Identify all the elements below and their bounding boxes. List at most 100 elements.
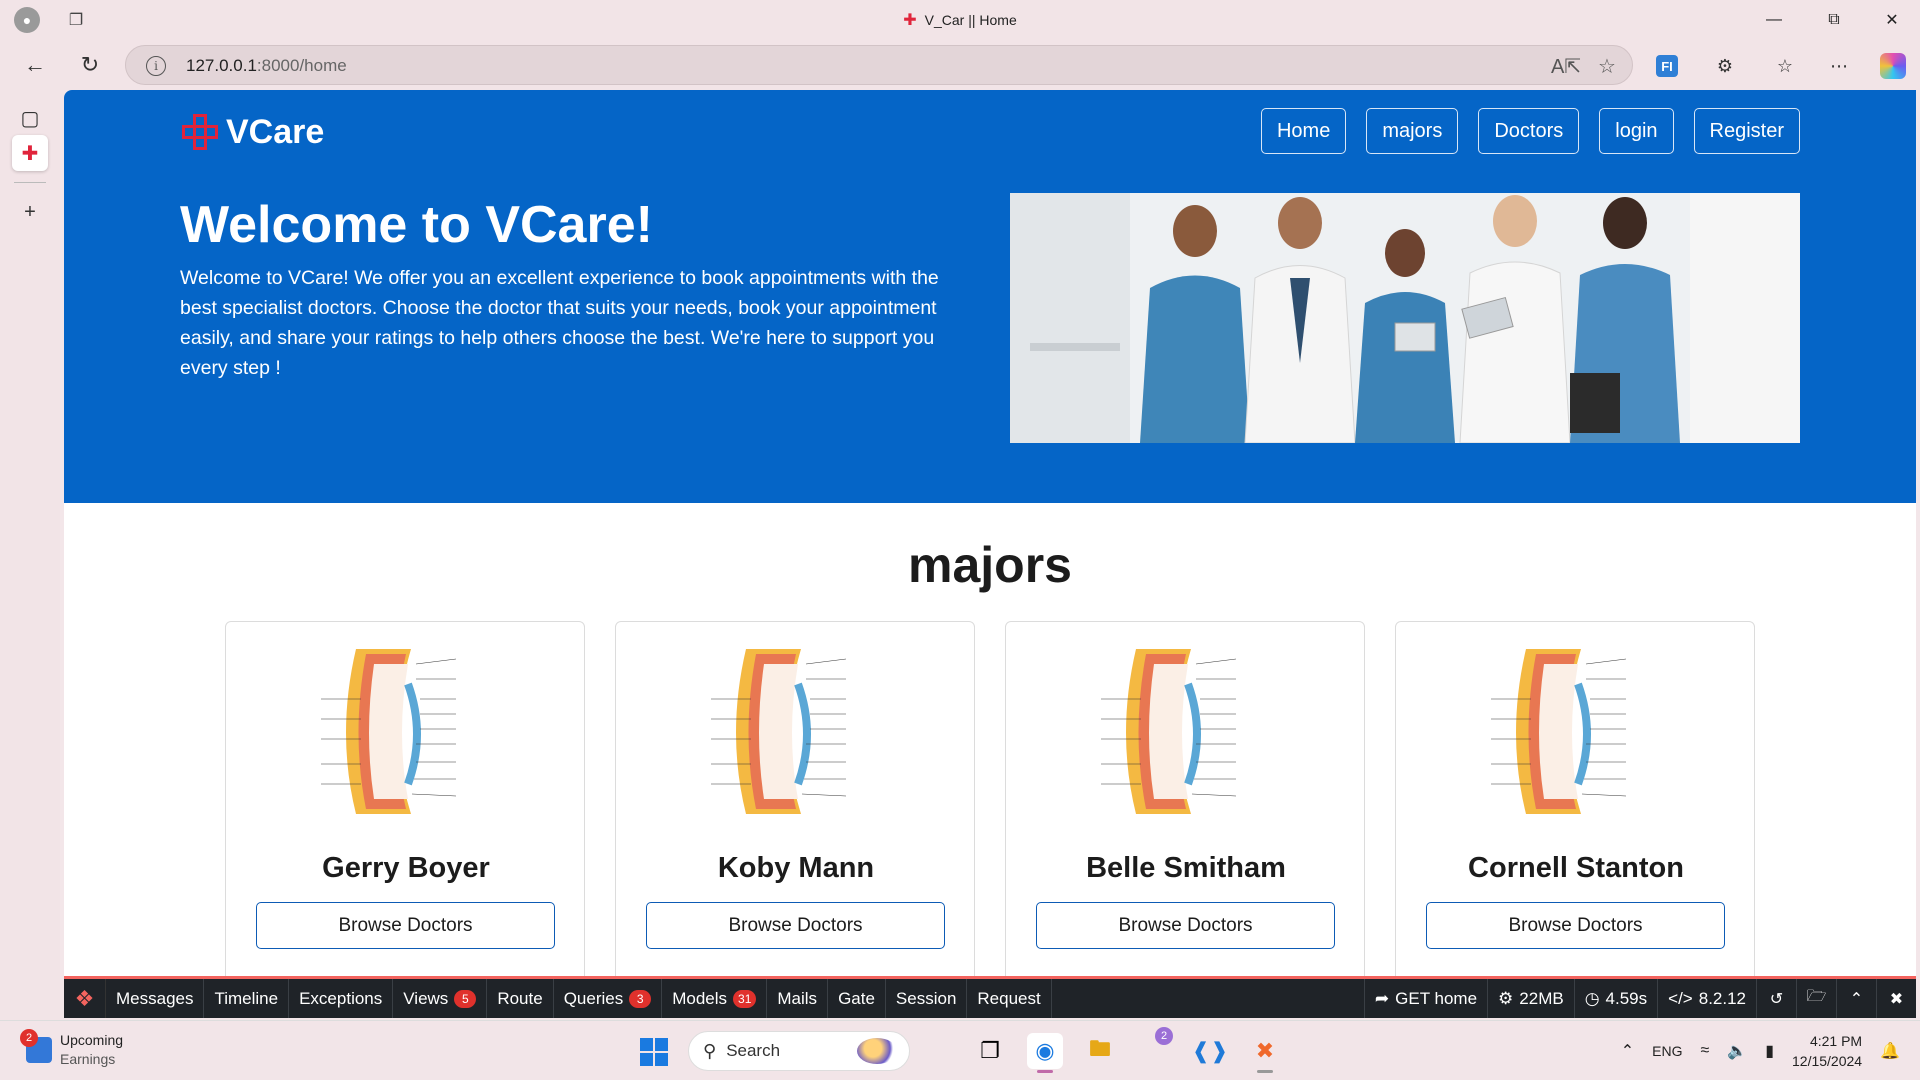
tab-actions-icon[interactable]: ▢ (12, 100, 48, 136)
earnings-widget-icon: 2 (20, 1029, 52, 1063)
widget-text: Upcoming Earnings (60, 1031, 123, 1069)
debug-tab-label: Session (895, 988, 957, 1008)
notifications-bell-icon[interactable]: 🔔 (1880, 1041, 1900, 1061)
hero-doctors-image (1010, 193, 1800, 443)
browse-doctors-button[interactable]: Browse Doctors (646, 902, 945, 949)
nav-register-link[interactable]: Register (1693, 108, 1800, 154)
debug-tab-timeline[interactable]: Timeline (204, 979, 290, 1018)
laravel-logo-icon[interactable]: ❖ (64, 979, 106, 1018)
browse-doctors-button[interactable]: Browse Doctors (1426, 902, 1725, 949)
search-placeholder: Search (726, 1041, 781, 1060)
vscode-icon[interactable]: ❰❱ (1192, 1033, 1229, 1069)
close-debugbar-icon[interactable]: ✖ (1876, 979, 1916, 1018)
nav-home-link[interactable]: Home (1260, 108, 1347, 154)
browse-doctors-button[interactable]: Browse Doctors (1036, 902, 1335, 949)
browse-doctors-button[interactable]: Browse Doctors (256, 902, 555, 949)
notification-badge: 2 (20, 1029, 38, 1047)
major-name: Koby Mann (717, 852, 875, 884)
nav-login-link[interactable]: login (1599, 108, 1674, 154)
chevron-up-icon[interactable]: ⌃ (1836, 979, 1876, 1018)
history-icon[interactable]: ↺ (1756, 979, 1796, 1018)
major-card: Koby Mann Browse Doctors (615, 621, 975, 1018)
task-view-icon[interactable]: ❐ (972, 1033, 1008, 1069)
debug-tab-label: Views (403, 988, 449, 1008)
php-version-value: 8.2.12 (1698, 988, 1746, 1008)
tab-separator (14, 182, 46, 183)
clock-icon: ◷ (1584, 988, 1600, 1008)
search-highlight-image (857, 1038, 897, 1064)
clock[interactable]: 4:21 PM 12/15/2024 (1792, 1031, 1862, 1071)
debug-tab-session[interactable]: Session (886, 979, 968, 1018)
debug-tab-queries[interactable]: Queries 3 (554, 979, 663, 1018)
copilot-icon[interactable] (1880, 53, 1906, 79)
route-value: GET home (1395, 988, 1478, 1008)
medical-cross-icon (180, 112, 220, 152)
debug-tab-exceptions[interactable]: Exceptions (289, 979, 394, 1018)
minimize-button[interactable]: — (1746, 0, 1802, 40)
back-arrow-icon[interactable]: ← (20, 50, 50, 80)
extensions-puzzle-icon[interactable]: ⚙ (1712, 53, 1738, 79)
nav-doctors-link[interactable]: Doctors (1478, 108, 1580, 154)
clock-time: 4:21 PM (1809, 1033, 1863, 1049)
share-arrow-icon: ➦ (1374, 988, 1390, 1008)
major-name: Gerry Boyer (322, 852, 490, 884)
debug-tab-messages[interactable]: Messages (106, 979, 205, 1018)
debug-memory-stat[interactable]: ⚙ 22MB (1487, 979, 1574, 1018)
debug-tab-route[interactable]: Route (487, 979, 554, 1018)
debug-route-stat[interactable]: ➦ GET home (1363, 979, 1487, 1018)
hero-description: Welcome to VCare! We offer you an excell… (180, 267, 939, 379)
nav-majors-link[interactable]: majors (1366, 108, 1459, 154)
chat-app-icon[interactable]: 2 (1137, 1027, 1173, 1069)
major-card: Gerry Boyer Browse Doctors (225, 621, 585, 1018)
majors-heading: majors (908, 537, 1072, 593)
debug-tab-gate[interactable]: Gate (828, 979, 886, 1018)
web-page: VCare Home majors Doctors login Register… (64, 90, 1916, 1018)
volume-icon[interactable]: 🔈 (1727, 1041, 1747, 1061)
restore-button[interactable]: ⧉ (1806, 0, 1862, 40)
eye-anatomy-image (706, 644, 886, 819)
weather-widget[interactable]: 2 Upcoming Earnings (20, 1029, 123, 1069)
favorites-icon[interactable]: ☆ (1772, 53, 1798, 79)
wifi-icon[interactable]: ≈ (1700, 1042, 1709, 1060)
debug-php-stat[interactable]: </> 8.2.12 (1657, 979, 1756, 1018)
show-hidden-icons-icon[interactable]: ⌃ (1621, 1041, 1634, 1061)
major-name: Cornell Stanton (1468, 852, 1684, 884)
debug-tab-label: Route (497, 988, 543, 1008)
file-explorer-icon[interactable]: 🖿 (1082, 1033, 1118, 1069)
favorite-star-icon[interactable]: ☆ (1598, 54, 1616, 79)
active-tab-favicon-icon[interactable]: ✚ (12, 135, 48, 171)
chat-badge: 2 (1155, 1027, 1173, 1045)
read-aloud-icon[interactable]: A⇱ (1551, 54, 1581, 79)
tab-title: V_Car || Home (924, 12, 1017, 28)
count-badge: 31 (733, 989, 757, 1008)
new-tab-plus-icon[interactable]: + (12, 194, 48, 230)
extension-fi-icon[interactable]: FI (1656, 55, 1678, 77)
close-window-button[interactable]: ✕ (1864, 0, 1920, 40)
site-logo[interactable]: VCare (180, 112, 324, 152)
site-info-icon[interactable]: i (146, 56, 166, 76)
windows-start-icon[interactable] (640, 1038, 668, 1066)
clock-date: 12/15/2024 (1792, 1053, 1863, 1069)
refresh-icon[interactable]: ↻ (75, 50, 105, 80)
debug-tab-label: Models (672, 988, 728, 1008)
edge-browser-icon[interactable]: ◉ (1027, 1033, 1063, 1073)
more-menu-icon[interactable]: ⋯ (1826, 53, 1852, 79)
debug-tab-label: Timeline (214, 988, 279, 1008)
debug-tab-mails[interactable]: Mails (767, 979, 829, 1018)
folder-open-icon[interactable]: 🗁 (1796, 979, 1836, 1018)
debug-tab-models[interactable]: Models 31 (662, 979, 768, 1018)
code-icon: </> (1668, 988, 1693, 1008)
eye-anatomy-image (1486, 644, 1666, 819)
debug-tab-request[interactable]: Request (967, 979, 1052, 1018)
system-tray: ⌃ ENG ≈ 🔈 ▮ 4:21 PM 12/15/2024 🔔 (1621, 1021, 1920, 1080)
battery-icon[interactable]: ▮ (1765, 1041, 1774, 1061)
debug-tab-views[interactable]: Views 5 (393, 979, 488, 1018)
language-indicator[interactable]: ENG (1652, 1043, 1682, 1059)
address-bar[interactable]: i 127.0.0.1:8000/home A⇱ ☆ (125, 45, 1633, 85)
debug-time-stat[interactable]: ◷ 4.59s (1573, 979, 1657, 1018)
taskbar-search[interactable]: ⚲ Search (688, 1031, 910, 1071)
xampp-icon[interactable]: ✖ (1247, 1033, 1283, 1073)
debug-tab-label: Exceptions (299, 988, 383, 1008)
url-text[interactable]: 127.0.0.1:8000/home (186, 56, 347, 76)
url-host: 127.0.0.1 (186, 56, 257, 75)
